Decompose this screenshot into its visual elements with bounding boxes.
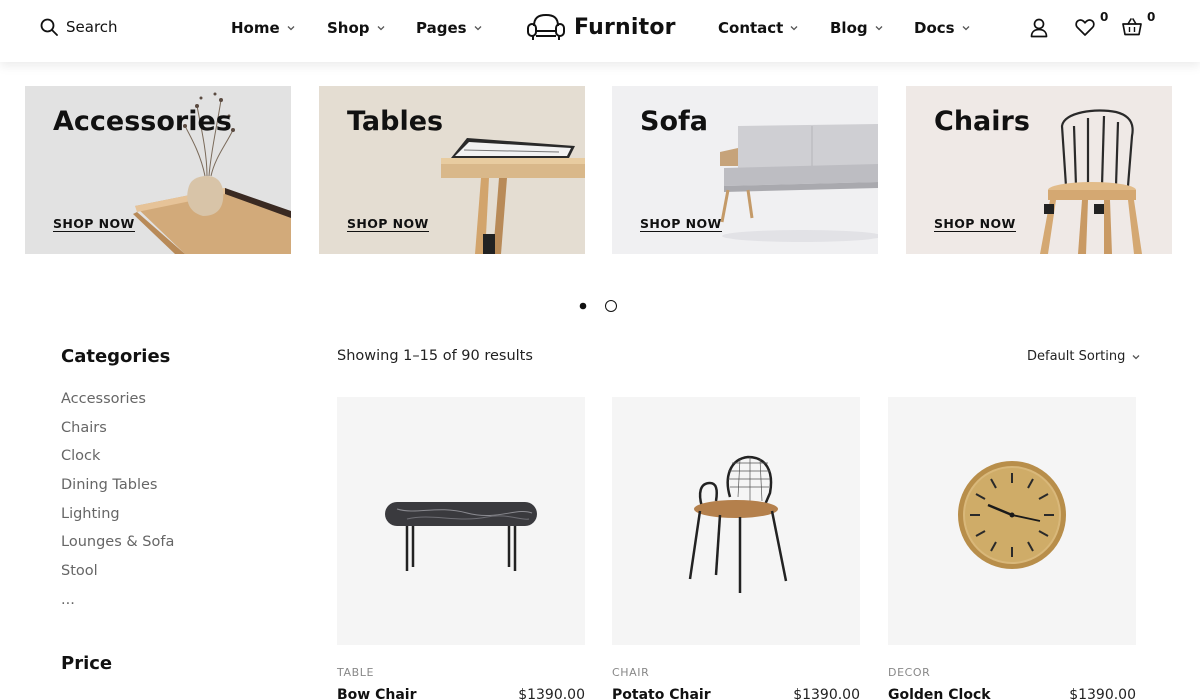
nav-home-label: Home [231, 19, 280, 37]
nav-home[interactable]: Home [231, 19, 296, 37]
account-button[interactable] [1030, 18, 1048, 42]
user-icon [1030, 18, 1048, 38]
nav-contact-label: Contact [718, 19, 784, 37]
brand-name: Furnitor [574, 14, 676, 40]
shop-now-link[interactable]: SHOP NOW [640, 216, 722, 232]
product-category: CHAIR [612, 666, 650, 679]
category-item[interactable]: Lounges & Sofa [61, 532, 174, 561]
banner-title: Sofa [640, 106, 708, 137]
nav-docs[interactable]: Docs [914, 19, 971, 37]
product-name[interactable]: Potato Chair [612, 687, 711, 700]
nav-docs-label: Docs [914, 19, 955, 37]
brand-logo[interactable]: Furnitor [526, 12, 676, 42]
product-image[interactable] [612, 397, 860, 645]
product-category: TABLE [337, 666, 375, 679]
search-icon [40, 18, 58, 36]
product-card: TABLE Bow Chair $1390.00 [337, 397, 585, 700]
search-button[interactable]: Search [40, 18, 118, 36]
chevron-down-icon [1132, 354, 1140, 359]
product-name[interactable]: Golden Clock [888, 687, 991, 700]
results-count: Showing 1–15 of 90 results [337, 348, 533, 364]
heart-icon [1075, 19, 1095, 36]
banner-accessories[interactable]: Accessories SHOP NOW [25, 86, 291, 254]
basket-icon [1122, 18, 1142, 36]
chevron-down-icon [875, 26, 883, 31]
nav-shop[interactable]: Shop [327, 19, 386, 37]
product-image[interactable] [337, 397, 585, 645]
search-label: Search [66, 18, 118, 36]
product-category: DECOR [888, 666, 931, 679]
chevron-down-icon [962, 26, 970, 31]
carousel-dot-1[interactable] [579, 302, 587, 310]
category-item[interactable]: Chairs [61, 418, 174, 447]
wishlist-count-badge: 0 [1100, 10, 1109, 24]
shop-now-link[interactable]: SHOP NOW [347, 216, 429, 232]
shop-now-link[interactable]: SHOP NOW [934, 216, 1016, 232]
sort-dropdown[interactable]: Default Sorting [1027, 349, 1141, 364]
chevron-down-icon [287, 26, 295, 31]
banner-tables[interactable]: Tables SHOP NOW [319, 86, 585, 254]
nav-contact[interactable]: Contact [718, 19, 799, 37]
product-name[interactable]: Bow Chair [337, 687, 417, 700]
marble-bench-image [385, 502, 537, 571]
category-item[interactable]: Dining Tables [61, 475, 174, 504]
nav-blog[interactable]: Blog [830, 19, 884, 37]
price-heading: Price [61, 653, 113, 674]
banner-title: Tables [347, 106, 444, 137]
chevron-down-icon [377, 26, 384, 31]
wishlist-button[interactable] [1075, 18, 1095, 41]
category-item[interactable]: Accessories [61, 389, 174, 418]
cart-count-badge: 0 [1147, 10, 1156, 24]
golden-clock-image [958, 461, 1066, 569]
banner-sofa[interactable]: Sofa SHOP NOW [612, 86, 878, 254]
product-price: $1390.00 [793, 687, 860, 700]
banner-title: Chairs [934, 106, 1030, 137]
mesh-chair-image [688, 455, 788, 593]
banner-chairs[interactable]: Chairs SHOP NOW [906, 86, 1172, 254]
banner-title: Accessories [53, 106, 232, 137]
nav-blog-label: Blog [830, 19, 868, 37]
chevron-down-icon [474, 26, 482, 31]
shop-now-link[interactable]: SHOP NOW [53, 216, 135, 232]
sort-label: Default Sorting [1027, 349, 1126, 364]
categories-heading: Categories [61, 346, 171, 367]
chevron-down-icon [790, 26, 798, 31]
category-item[interactable]: Lighting [61, 504, 174, 533]
product-image[interactable] [888, 397, 1136, 645]
site-header: Search Home Shop Pages Furnitor Contact … [0, 0, 1200, 62]
category-list: Accessories Chairs Clock Dining Tables L… [61, 389, 174, 619]
nav-shop-label: Shop [327, 19, 370, 37]
product-price: $1390.00 [518, 687, 585, 700]
category-more-link[interactable]: ... [61, 590, 174, 619]
product-card: DECOR Golden Clock $1390.00 [888, 397, 1136, 700]
category-item[interactable]: Clock [61, 446, 174, 475]
cart-button[interactable] [1122, 18, 1142, 40]
armchair-logo-icon [527, 13, 565, 40]
product-price: $1390.00 [1069, 687, 1136, 700]
category-item[interactable]: Stool [61, 561, 174, 590]
nav-pages[interactable]: Pages [416, 19, 483, 37]
carousel-dot-2[interactable] [605, 300, 617, 312]
product-card: CHAIR Potato Chair $1390.00 [612, 397, 860, 700]
nav-pages-label: Pages [416, 19, 467, 37]
